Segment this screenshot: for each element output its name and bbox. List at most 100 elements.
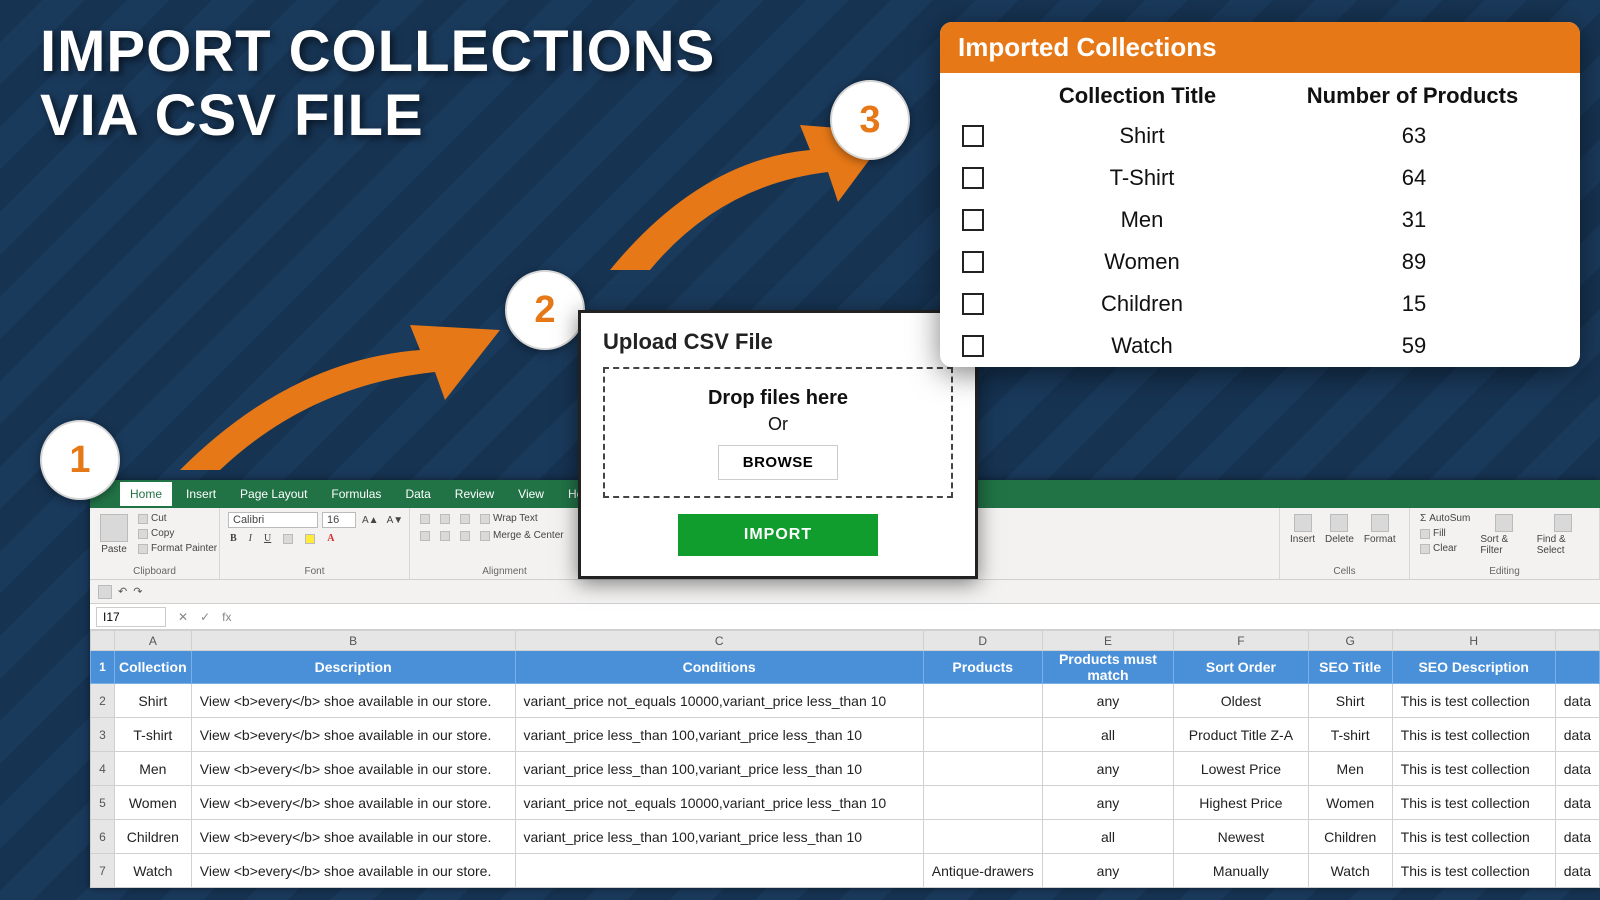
cell[interactable]: Children — [114, 820, 191, 854]
cell[interactable]: variant_price less_than 100,variant_pric… — [515, 718, 923, 752]
cell[interactable]: View <b>every</b> shoe available in our … — [191, 684, 515, 718]
format-cells-button[interactable]: Format — [1362, 512, 1398, 547]
table-row[interactable]: 5WomenView <b>every</b> shoe available i… — [91, 786, 1600, 820]
cell[interactable]: T-shirt — [114, 718, 191, 752]
cut-button[interactable]: Cut — [136, 512, 219, 525]
collection-checkbox[interactable] — [962, 125, 984, 147]
collection-checkbox[interactable] — [962, 167, 984, 189]
header-cell[interactable]: Collection — [114, 651, 191, 684]
cell[interactable]: Men — [1308, 752, 1392, 786]
col-header[interactable]: F — [1174, 631, 1309, 651]
cell[interactable]: Children — [1308, 820, 1392, 854]
copy-button[interactable]: Copy — [136, 527, 219, 540]
header-cell[interactable]: SEO Description — [1392, 651, 1555, 684]
collection-checkbox[interactable] — [962, 209, 984, 231]
cell[interactable]: View <b>every</b> shoe available in our … — [191, 820, 515, 854]
cell[interactable]: variant_price less_than 100,variant_pric… — [515, 820, 923, 854]
row-header[interactable]: 6 — [91, 820, 115, 854]
cell[interactable]: Shirt — [1308, 684, 1392, 718]
format-painter-button[interactable]: Format Painter — [136, 542, 219, 555]
redo-button[interactable]: ↷ — [133, 585, 142, 598]
cell[interactable]: data — [1555, 854, 1599, 888]
cell[interactable]: View <b>every</b> shoe available in our … — [191, 854, 515, 888]
ribbon-tab-formulas[interactable]: Formulas — [321, 482, 391, 506]
cell[interactable]: This is test collection — [1392, 684, 1555, 718]
ribbon-tab-review[interactable]: Review — [445, 482, 504, 506]
font-name-select[interactable]: Calibri — [228, 512, 318, 528]
cell[interactable] — [923, 752, 1042, 786]
ribbon-tab-page-layout[interactable]: Page Layout — [230, 482, 317, 506]
underline-button[interactable]: U — [262, 532, 273, 545]
cell[interactable] — [923, 684, 1042, 718]
cell[interactable] — [923, 820, 1042, 854]
increase-font-button[interactable]: A▲ — [360, 512, 381, 528]
cell[interactable]: Manually — [1174, 854, 1309, 888]
table-row[interactable]: 7WatchView <b>every</b> shoe available i… — [91, 854, 1600, 888]
cell[interactable]: Women — [1308, 786, 1392, 820]
row-header[interactable]: 3 — [91, 718, 115, 752]
col-header[interactable]: A — [114, 631, 191, 651]
header-cell[interactable]: Sort Order — [1174, 651, 1309, 684]
name-box[interactable] — [96, 607, 166, 627]
cell[interactable]: Highest Price — [1174, 786, 1309, 820]
cell[interactable]: variant_price not_equals 10000,variant_p… — [515, 786, 923, 820]
fx-icon[interactable]: fx — [216, 610, 237, 624]
cell[interactable]: variant_price less_than 100,variant_pric… — [515, 752, 923, 786]
row-header[interactable]: 7 — [91, 854, 115, 888]
cell[interactable]: any — [1042, 854, 1173, 888]
cell[interactable]: Antique-drawers — [923, 854, 1042, 888]
row-header[interactable]: 5 — [91, 786, 115, 820]
cell[interactable]: This is test collection — [1392, 854, 1555, 888]
decrease-font-button[interactable]: A▼ — [385, 512, 406, 528]
header-cell[interactable]: Products — [923, 651, 1042, 684]
align-left-button[interactable] — [418, 529, 432, 542]
header-cell[interactable]: Products must match — [1042, 651, 1173, 684]
cell[interactable]: Men — [114, 752, 191, 786]
border-button[interactable] — [281, 532, 295, 545]
cell[interactable]: any — [1042, 752, 1173, 786]
cell[interactable]: This is test collection — [1392, 718, 1555, 752]
cell[interactable]: Oldest — [1174, 684, 1309, 718]
enter-formula-icon[interactable]: ✓ — [194, 610, 216, 624]
align-center-button[interactable] — [438, 529, 452, 542]
fill-color-button[interactable] — [303, 532, 317, 545]
font-size-select[interactable]: 16 — [322, 512, 356, 528]
align-right-button[interactable] — [458, 529, 472, 542]
table-row[interactable]: 3T-shirtView <b>every</b> shoe available… — [91, 718, 1600, 752]
save-icon[interactable] — [98, 585, 112, 599]
ribbon-tab-view[interactable]: View — [508, 482, 554, 506]
cell[interactable]: This is test collection — [1392, 820, 1555, 854]
table-row[interactable]: 4MenView <b>every</b> shoe available in … — [91, 752, 1600, 786]
cell[interactable] — [515, 854, 923, 888]
cell[interactable]: data — [1555, 752, 1599, 786]
cancel-formula-icon[interactable]: ✕ — [172, 610, 194, 624]
cell[interactable]: View <b>every</b> shoe available in our … — [191, 718, 515, 752]
row-header[interactable]: 1 — [91, 651, 115, 684]
cell[interactable]: data — [1555, 820, 1599, 854]
align-bottom-button[interactable] — [458, 512, 472, 525]
header-cell[interactable] — [1555, 651, 1599, 684]
sort-filter-button[interactable]: Sort & Filter — [1478, 512, 1528, 558]
align-top-button[interactable] — [418, 512, 432, 525]
undo-button[interactable]: ↶ — [118, 585, 127, 598]
cell[interactable]: This is test collection — [1392, 752, 1555, 786]
cell[interactable]: data — [1555, 718, 1599, 752]
collection-checkbox[interactable] — [962, 335, 984, 357]
cell[interactable]: Newest — [1174, 820, 1309, 854]
row-header[interactable]: 4 — [91, 752, 115, 786]
find-select-button[interactable]: Find & Select — [1535, 512, 1591, 558]
browse-button[interactable]: BROWSE — [718, 445, 839, 480]
autosum-button[interactable]: Σ AutoSum — [1418, 512, 1472, 525]
fill-button[interactable]: Fill — [1418, 527, 1472, 540]
bold-button[interactable]: B — [228, 532, 239, 545]
cell[interactable]: Watch — [114, 854, 191, 888]
spreadsheet-grid[interactable]: A B C D E F G H 1 Collection Description… — [90, 630, 1600, 888]
cell[interactable]: data — [1555, 786, 1599, 820]
italic-button[interactable]: I — [247, 532, 254, 545]
ribbon-tab-data[interactable]: Data — [395, 482, 440, 506]
insert-cells-button[interactable]: Insert — [1288, 512, 1317, 547]
ribbon-tab-insert[interactable]: Insert — [176, 482, 226, 506]
table-row[interactable]: 2ShirtView <b>every</b> shoe available i… — [91, 684, 1600, 718]
cell[interactable] — [923, 786, 1042, 820]
cell[interactable]: Watch — [1308, 854, 1392, 888]
